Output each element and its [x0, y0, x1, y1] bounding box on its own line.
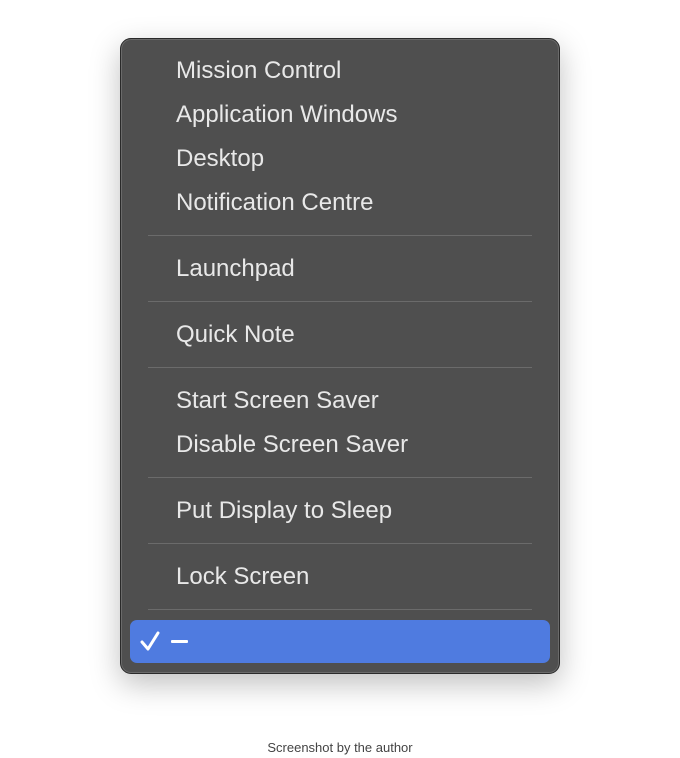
menu-item-launchpad[interactable]: Launchpad — [121, 247, 559, 291]
dash-label — [171, 640, 188, 643]
menu-separator — [121, 533, 559, 555]
menu-item-notification-centre[interactable]: Notification Centre — [121, 181, 559, 225]
menu-separator — [121, 599, 559, 621]
checkmark-icon — [140, 631, 160, 651]
menu-item-start-screen-saver[interactable]: Start Screen Saver — [121, 379, 559, 423]
menu-item-none-selected[interactable] — [130, 620, 550, 663]
menu-separator — [121, 225, 559, 247]
menu-item-quick-note[interactable]: Quick Note — [121, 313, 559, 357]
menu-item-application-windows[interactable]: Application Windows — [121, 93, 559, 137]
menu-separator — [121, 357, 559, 379]
menu-item-lock-screen[interactable]: Lock Screen — [121, 555, 559, 599]
context-menu: Mission Control Application Windows Desk… — [120, 38, 560, 674]
menu-item-put-display-to-sleep[interactable]: Put Display to Sleep — [121, 489, 559, 533]
menu-separator — [121, 467, 559, 489]
menu-item-desktop[interactable]: Desktop — [121, 137, 559, 181]
menu-item-disable-screen-saver[interactable]: Disable Screen Saver — [121, 423, 559, 467]
caption: Screenshot by the author — [267, 740, 413, 755]
menu-item-mission-control[interactable]: Mission Control — [121, 49, 559, 93]
menu-separator — [121, 291, 559, 313]
